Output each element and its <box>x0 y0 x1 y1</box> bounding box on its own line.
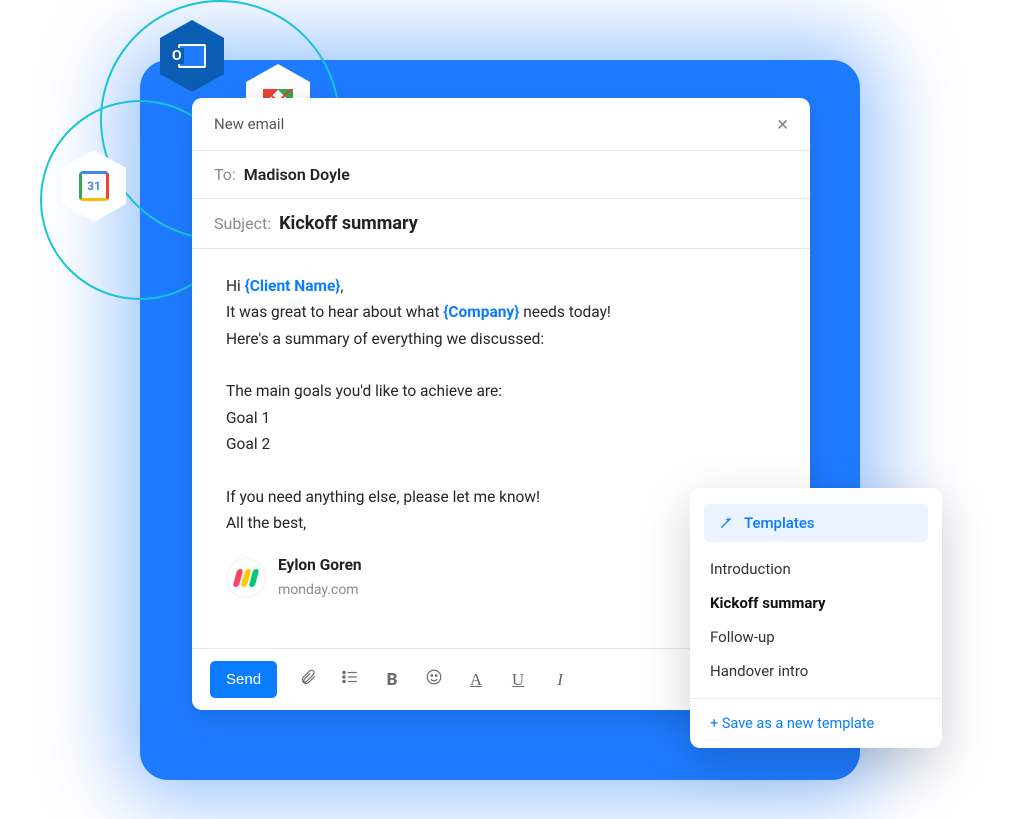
placeholder-company: {Company} <box>443 303 519 321</box>
templates-popover: Templates Introduction Kickoff summary F… <box>690 488 942 748</box>
body-line: Goal 2 <box>226 431 776 457</box>
subject-field[interactable]: Subject: Kickoff summary <box>192 199 810 249</box>
body-line: Hi {Client Name}, <box>226 273 776 299</box>
template-item-follow-up[interactable]: Follow-up <box>704 620 928 654</box>
bullet-list-icon[interactable] <box>339 668 361 691</box>
to-value: Madison Doyle <box>244 165 350 184</box>
text-color-icon[interactable]: A <box>465 670 487 690</box>
to-field[interactable]: To: Madison Doyle <box>192 151 810 199</box>
template-item-introduction[interactable]: Introduction <box>704 552 928 586</box>
signature-company: monday.com <box>278 579 362 603</box>
monday-logo-icon <box>226 558 266 598</box>
magic-wand-icon <box>718 515 734 531</box>
templates-header[interactable]: Templates <box>704 504 928 542</box>
compose-title: New email <box>214 115 284 133</box>
template-item-kickoff-summary[interactable]: Kickoff summary <box>704 586 928 620</box>
subject-label: Subject: <box>214 214 271 233</box>
attach-icon[interactable] <box>297 668 319 691</box>
body-line: It was great to hear about what {Company… <box>226 299 776 325</box>
compose-header: New email × <box>192 98 810 151</box>
to-label: To: <box>214 165 236 184</box>
body-line: Goal 1 <box>226 405 776 431</box>
placeholder-client-name: {Client Name} <box>245 277 341 295</box>
template-item-handover-intro[interactable]: Handover intro <box>704 654 928 688</box>
italic-icon[interactable]: I <box>549 670 571 690</box>
body-line: Here's a summary of everything we discus… <box>226 326 776 352</box>
divider <box>690 698 942 699</box>
underline-icon[interactable]: U <box>507 670 529 690</box>
emoji-icon[interactable] <box>423 668 445 691</box>
subject-value: Kickoff summary <box>279 213 418 234</box>
send-button[interactable]: Send <box>210 661 277 698</box>
body-line: The main goals you'd like to achieve are… <box>226 378 776 404</box>
bold-icon[interactable]: B <box>381 670 403 690</box>
signature-name: Eylon Goren <box>278 552 362 578</box>
close-icon[interactable]: × <box>777 114 788 134</box>
signature-text: Eylon Goren monday.com <box>278 552 362 602</box>
save-as-template-link[interactable]: + Save as a new template <box>704 709 928 734</box>
